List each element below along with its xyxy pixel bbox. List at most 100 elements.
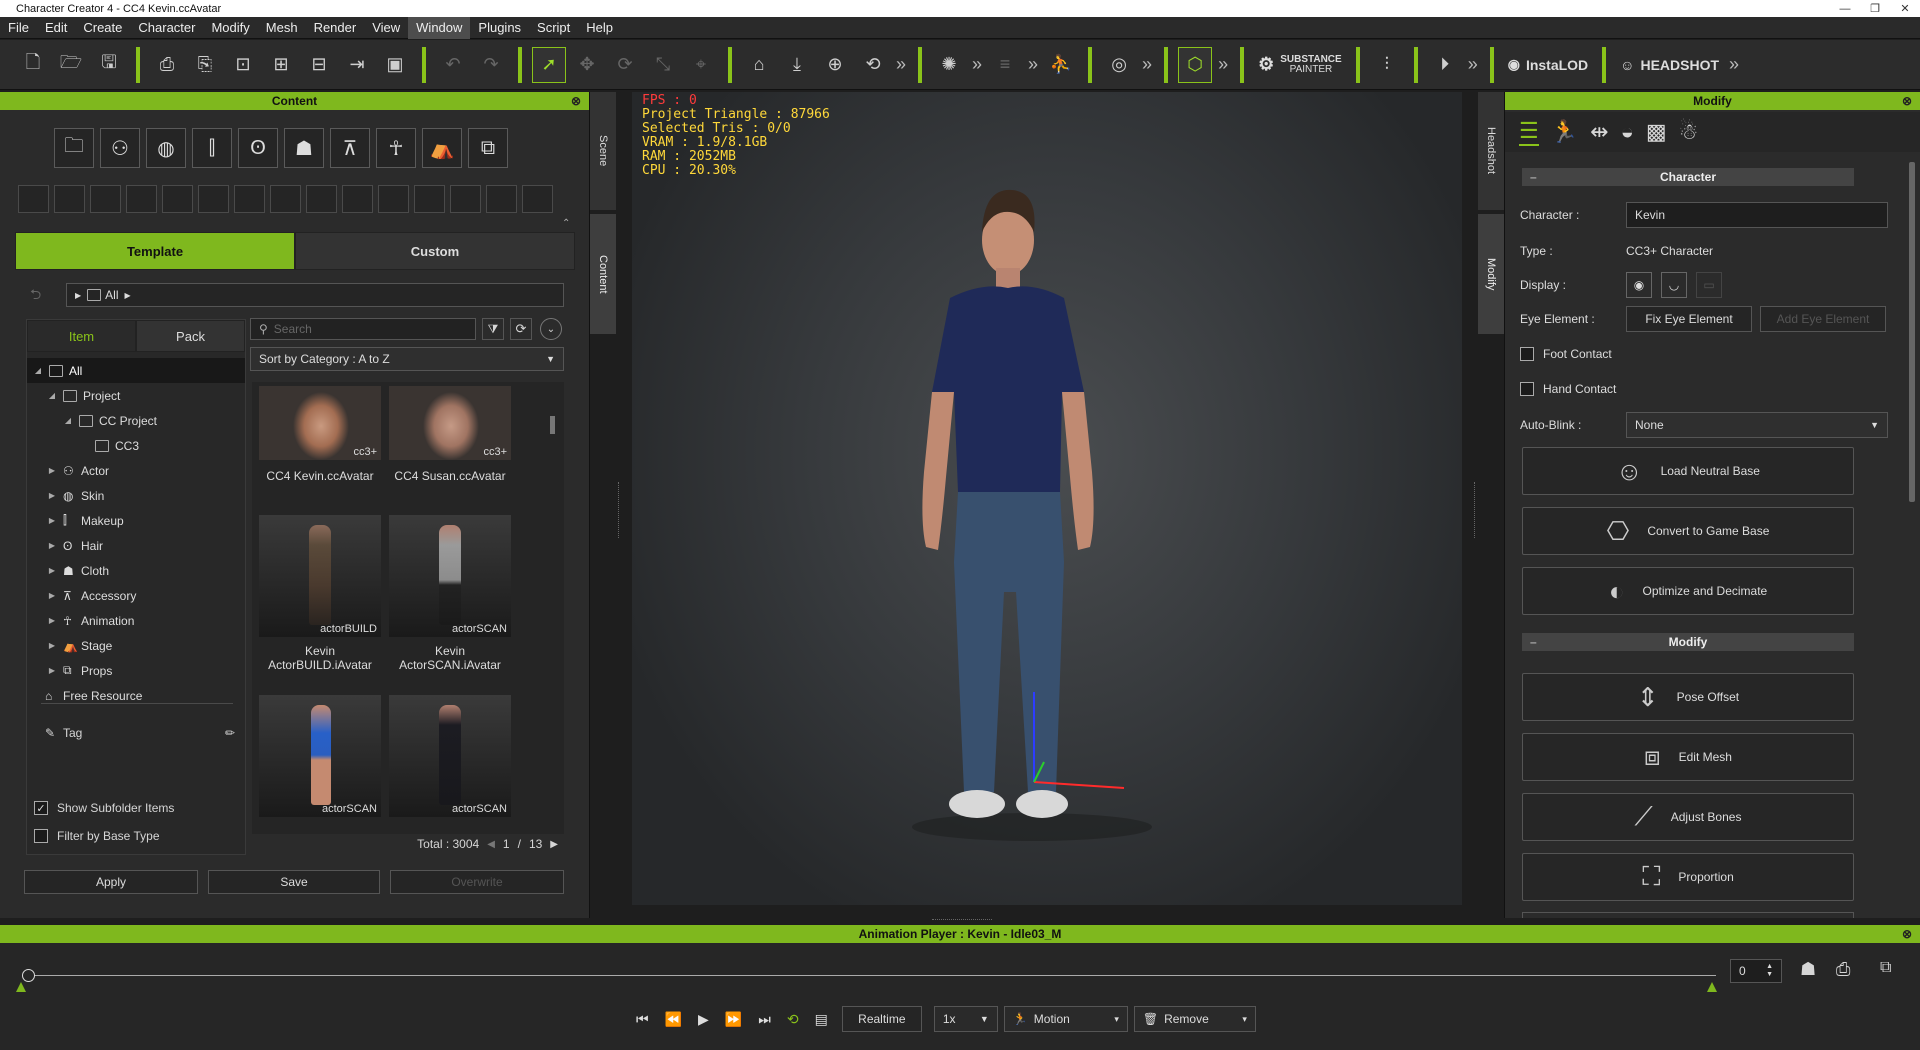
tab-scene[interactable]: Scene [590,92,616,210]
tab-headshot[interactable]: Headshot [1478,92,1504,210]
edit-pencil-icon[interactable]: ✏ [225,726,235,740]
frame-selected-icon[interactable]: ⊕ [819,48,851,82]
tab-item[interactable]: Item [27,320,136,352]
empty-slot[interactable] [522,185,553,213]
morph-icon[interactable]: ◎ [1103,48,1135,82]
cloth-icon[interactable]: ☗ [284,128,324,168]
minimize-button[interactable]: — [1830,3,1860,15]
splitter-handle-right[interactable] [1474,482,1477,538]
empty-slot[interactable] [90,185,121,213]
menu-help[interactable]: Help [578,17,621,39]
save-button[interactable]: Save [208,870,380,894]
foot-contact-row[interactable]: Foot Contact [1520,347,1612,361]
asset-thumbnail[interactable]: actorSCAN [389,515,511,637]
pose-offset-button[interactable]: ⇕ Pose Offset [1522,673,1854,721]
empty-slot[interactable] [486,185,517,213]
skip-start-icon[interactable]: ⏮ [636,1011,649,1028]
instalod-button[interactable]: ◉ InstaLOD [1508,56,1588,73]
select-arrow-icon[interactable]: ➚ [532,46,566,83]
play-icon[interactable]: ▶ [698,1011,709,1028]
fix-eye-element-button[interactable]: Fix Eye Element [1626,306,1752,332]
remove-select[interactable]: 🗑 Remove ▾ [1133,1006,1256,1032]
motion-pose-icon[interactable]: 🏃 [1551,119,1578,145]
character-model[interactable] [632,92,1462,905]
tab-content[interactable]: Content [590,214,616,334]
close-icon[interactable]: ⊗ [1902,925,1912,943]
expand-arrow-icon[interactable]: ▶ [47,641,57,650]
adjust-bones-button[interactable]: ⟋ Adjust Bones [1522,793,1854,841]
refresh-icon[interactable]: ⟳ [510,318,532,340]
more-icon[interactable]: » [896,54,906,75]
tree-item-cc3[interactable]: CC3 [27,433,245,458]
show-subfolder-checkbox[interactable]: ✓ [34,801,48,815]
accessory-icon[interactable]: ⊼ [330,128,370,168]
tree-item-animation[interactable]: ▶ ☥ Animation [27,608,245,633]
play-render-icon[interactable]: ⏵ [1429,48,1461,82]
convert-game-base-button[interactable]: ⎔ Convert to Game Base [1522,507,1854,555]
modify-scrollbar[interactable] [1909,162,1915,502]
new-file-icon[interactable]: 🗋 [17,48,49,82]
skin-icon[interactable]: ◍ [146,128,186,168]
import-ic-icon[interactable]: ⎙ [151,48,183,82]
modify-section-header[interactable]: – Modify [1522,633,1854,651]
detach-window-icon[interactable]: ⧉ [1880,959,1891,977]
start-marker-icon[interactable] [16,982,26,992]
asset-thumbnail[interactable]: cc3+ [389,386,511,460]
tree-item-skin[interactable]: ▶ ◍ Skin [27,483,245,508]
menu-plugins[interactable]: Plugins [470,17,529,39]
tree-item-props[interactable]: ▶ ⧉ Props [27,658,245,683]
drop-to-floor-icon[interactable]: ⤓ [781,48,813,82]
menu-render[interactable]: Render [306,17,365,39]
collapse-arrow-icon[interactable]: ◢ [33,366,43,375]
grid-scrollbar[interactable] [550,416,555,434]
scene-light-icon[interactable]: ✺ [933,48,965,82]
menu-create[interactable]: Create [75,17,130,39]
material-icon[interactable]: ◒ [1621,119,1634,145]
splitter-handle-left[interactable] [618,482,621,538]
tab-template[interactable]: Template [15,232,295,270]
empty-slot[interactable] [234,185,265,213]
open-folder-icon[interactable]: 🗁 [55,48,87,82]
tab-modify[interactable]: Modify [1478,214,1504,334]
shape-icon[interactable]: ⇹ [1590,119,1608,145]
close-icon[interactable]: ⊗ [571,92,581,110]
camera-fit-icon[interactable]: ⟲ [857,48,889,82]
folder-icon[interactable]: 🗀 [54,128,94,168]
sort-dropdown[interactable]: Sort by Category : A to Z ▼ [250,347,564,371]
character-section-header[interactable]: – Character [1522,168,1854,186]
hair-icon[interactable]: ʘ [238,128,278,168]
empty-slot[interactable] [54,185,85,213]
stage-icon[interactable]: ⛺ [422,128,462,168]
auto-blink-select[interactable]: None ▼ [1626,412,1888,438]
tree-item-free-resource[interactable]: ⌂ Free Resource [27,683,245,708]
subtitle-icon[interactable]: ▤ [815,1011,828,1028]
import-icon[interactable]: ⎘ [189,48,221,82]
rewind-icon[interactable]: ⏪ [665,1011,682,1028]
more-icon[interactable]: » [1142,54,1152,75]
3d-viewport[interactable]: FPS : 0 Project Triangle : 87966 Selecte… [618,92,1475,920]
tree-item-accessory[interactable]: ▶ ⊼ Accessory [27,583,245,608]
empty-slot[interactable] [126,185,157,213]
close-icon[interactable]: ⊗ [1902,92,1912,110]
expand-arrow-icon[interactable]: ▶ [47,591,57,600]
export-icon[interactable]: ⇥ [341,48,373,82]
realtime-button[interactable]: Realtime [841,1006,922,1032]
expand-arrow-icon[interactable]: ▶ [47,541,57,550]
expand-arrow-icon[interactable]: ▶ [47,491,57,500]
add-eye-element-button[interactable]: Add Eye Element [1760,306,1886,332]
menu-script[interactable]: Script [529,17,578,39]
props-icon[interactable]: ⧉ [468,128,508,168]
substance-painter-button[interactable]: ⚙ SUBSTANCE PAINTER [1258,54,1342,75]
end-marker-icon[interactable] [1707,982,1717,992]
tab-custom[interactable]: Custom [295,232,575,270]
subfolder-option[interactable]: ✓ Show Subfolder Items [34,801,174,815]
empty-slot[interactable] [378,185,409,213]
asset-thumbnail[interactable]: actorBUILD [259,515,381,637]
foot-contact-checkbox[interactable] [1520,347,1534,361]
load-neutral-base-button[interactable]: ☺ Load Neutral Base [1522,447,1854,495]
align-icon[interactable]: ≡ [989,48,1021,82]
more-icon[interactable]: » [1218,54,1228,75]
close-window-button[interactable]: ✕ [1890,2,1920,15]
scale-icon[interactable]: ⤡ [647,48,679,82]
loop-icon[interactable]: ⟲ [787,1011,799,1028]
